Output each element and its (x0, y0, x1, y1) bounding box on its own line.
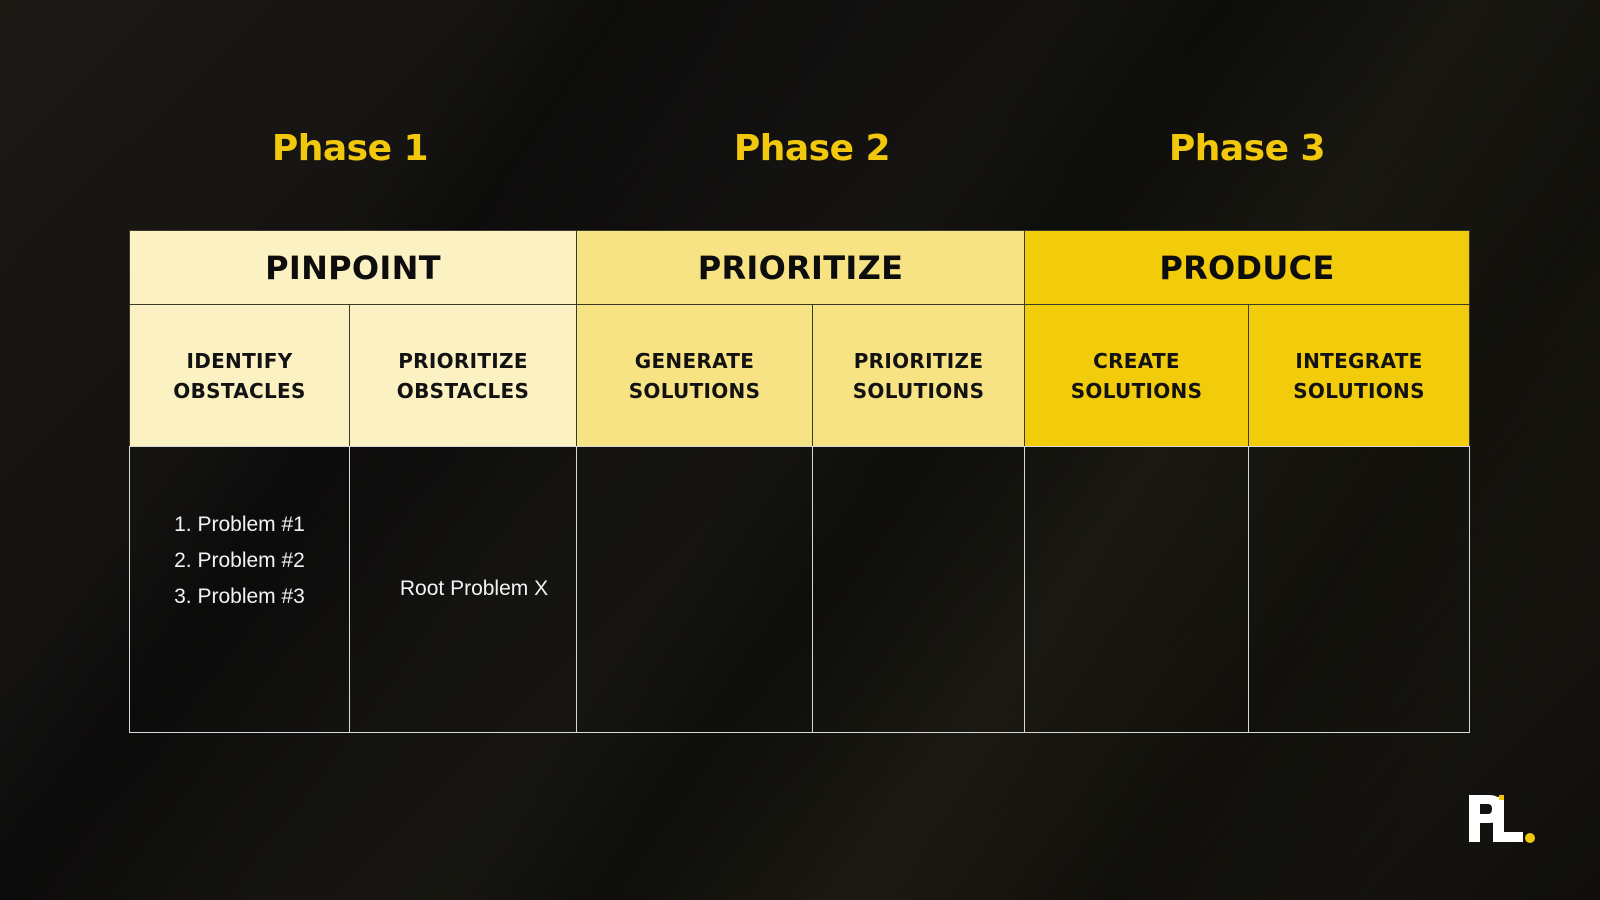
content-create-solutions (1024, 446, 1249, 733)
phase-title-3: Phase 3 (1168, 128, 1326, 169)
pl-logo-icon (1469, 795, 1535, 843)
brand-logo (1469, 795, 1535, 845)
step-label-line2: SOLUTIONS (852, 378, 985, 403)
step-label-line1: PRIORITIZE (398, 348, 528, 373)
step-prioritize-solutions: PRIORITIZE SOLUTIONS (812, 304, 1025, 447)
step-identify-obstacles: IDENTIFY OBSTACLES (129, 304, 350, 447)
problem-item: 3. Problem #3 (174, 584, 305, 608)
process-table: PINPOINT PRIORITIZE PRODUCE IDENTIFY OBST… (129, 230, 1470, 733)
header-produce: PRODUCE (1024, 230, 1470, 305)
step-label-line2: SOLUTIONS (628, 378, 761, 403)
step-label-line1: PRIORITIZE (853, 348, 984, 373)
phase-title-2: Phase 2 (733, 128, 891, 169)
step-label-line2: SOLUTIONS (1293, 378, 1425, 403)
step-label-line1: INTEGRATE (1295, 348, 1423, 373)
step-create-solutions: CREATE SOLUTIONS (1024, 304, 1249, 447)
step-label-line2: OBSTACLES (173, 378, 306, 403)
problem-item: 1. Problem #1 (174, 512, 305, 536)
step-label-line1: CREATE (1093, 348, 1180, 373)
problem-item: 2. Problem #2 (174, 548, 305, 572)
step-label-line1: GENERATE (634, 348, 755, 373)
step-label-line2: OBSTACLES (396, 378, 530, 403)
content-generate-solutions (576, 446, 813, 733)
step-label-line2: SOLUTIONS (1070, 378, 1203, 403)
content-prioritize-solutions (812, 446, 1025, 733)
header-pinpoint: PINPOINT (129, 230, 577, 305)
content-identify-obstacles: 1. Problem #1 2. Problem #2 3. Problem #… (129, 446, 350, 733)
root-problem: Root Problem X (399, 577, 549, 600)
step-prioritize-obstacles: PRIORITIZE OBSTACLES (349, 304, 577, 447)
content-integrate-solutions (1248, 446, 1470, 733)
step-integrate-solutions: INTEGRATE SOLUTIONS (1248, 304, 1470, 447)
problem-list: 1. Problem #1 2. Problem #2 3. Problem #… (174, 507, 305, 615)
phase-title-1: Phase 1 (271, 128, 429, 169)
header-prioritize: PRIORITIZE (576, 230, 1025, 305)
step-generate-solutions: GENERATE SOLUTIONS (576, 304, 813, 447)
step-label-line1: IDENTIFY (186, 348, 293, 373)
content-prioritize-obstacles: Root Problem X (349, 446, 577, 733)
